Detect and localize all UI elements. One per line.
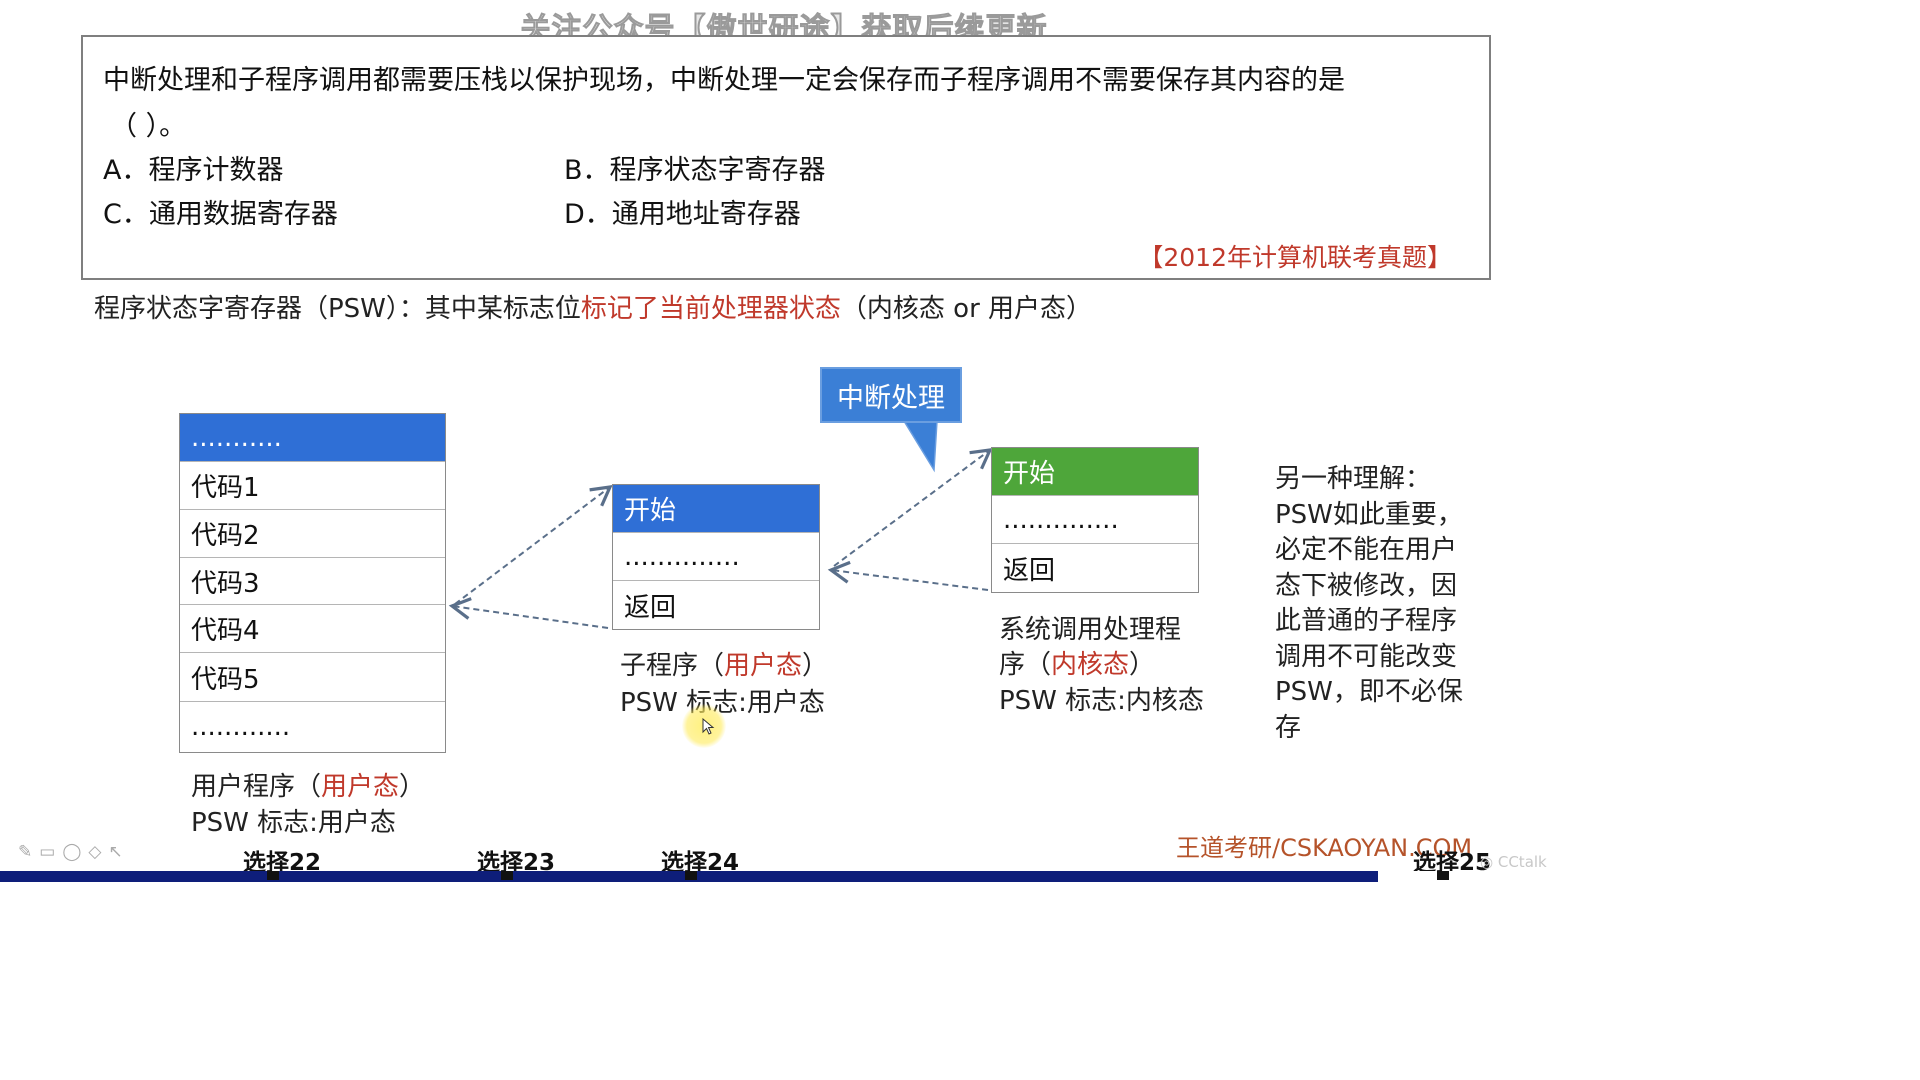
chapter-tick-25[interactable] [1437,871,1449,880]
ellipse-icon[interactable]: ◯ [62,842,81,862]
cctalk-logo-icon: ◎ [1480,853,1498,871]
syscall-caption-line-2: 序（内核态） [999,647,1155,683]
user-program-header: ........... [180,414,445,461]
syscall-row-2: 返回 [992,543,1198,592]
syscall-header: 开始 [992,448,1198,495]
subroutine-caption-suffix: ） [802,651,829,681]
annotation-toolbar: ✎ ▭ ◯ ◇ ↖ [18,842,123,862]
interrupt-callout: 中断处理 [820,367,962,423]
progress-remaining[interactable] [1378,871,1568,882]
user-program-caption-mode: 用户态 [321,772,400,802]
user-program-row-4: 代码4 [180,604,445,652]
user-program-row-1: 代码1 [180,461,445,509]
user-program-row-3: 代码3 [180,557,445,604]
syscall-psw: PSW 标志:内核态 [999,686,1204,716]
syscall-row-1: .............. [992,495,1198,543]
interrupt-call-arrow [833,448,993,567]
syscall-caption-line-1: 系统调用处理程 [999,615,1182,645]
user-program-psw: PSW 标志:用户态 [191,808,396,838]
side-note-line: PSW如此重要， [1275,499,1463,530]
syscall-caption-mode: 内核态 [1051,650,1130,680]
side-note-line: 态下被修改，因 [1275,570,1458,601]
user-program-caption: 用户程序（用户态） [191,769,425,805]
call-subroutine-arrow [454,485,613,605]
user-program-row-6: ............ [180,701,445,752]
user-program-caption-suffix: ） [399,772,426,802]
chapter-tick-24[interactable] [685,871,697,880]
cctalk-label: CCtalk [1497,853,1547,871]
side-note: 另一种理解： PSW如此重要， 必定不能在用户 态下被修改，因 此普通的子程序 … [1275,462,1490,746]
subroutine-stack: 开始 .............. 返回 [612,484,820,630]
subroutine-row-2: 返回 [613,580,819,629]
cctalk-watermark: ◎ CCtalk [1480,853,1547,871]
pen-icon[interactable]: ✎ [18,842,32,862]
side-note-line: 此普通的子程序 [1275,606,1458,636]
chapter-tick-22[interactable] [267,871,279,880]
user-program-caption-prefix: 用户程序（ [191,772,322,802]
interrupt-return-arrow [827,560,989,591]
return-subroutine-arrow [448,597,609,629]
subroutine-caption: 子程序（用户态） [620,648,828,684]
callout-pointer [902,420,938,473]
side-note-line: PSW，即不必保 [1275,677,1463,707]
subroutine-caption-prefix: 子程序（ [620,651,725,681]
syscall-caption-suffix: ） [1129,650,1156,680]
pointer-cursor-icon [702,718,715,735]
syscall-stack: 开始 .............. 返回 [991,447,1199,593]
subroutine-row-1: .............. [613,532,819,580]
side-note-line: 必定不能在用户 [1275,535,1458,565]
rectangle-icon[interactable]: ▭ [39,842,55,862]
side-note-line: 调用不可能改变 [1275,641,1458,672]
pointer-icon[interactable]: ↖ [108,842,122,862]
side-note-line: 另一种理解： [1275,464,1432,494]
side-note-line: 存 [1275,712,1302,743]
user-program-row-5: 代码5 [180,652,445,701]
syscall-caption-prefix: 序（ [999,650,1052,680]
subroutine-caption-mode: 用户态 [724,651,803,681]
user-program-row-2: 代码2 [180,509,445,557]
chapter-tick-23[interactable] [501,871,513,880]
subroutine-header: 开始 [613,485,819,532]
eraser-icon[interactable]: ◇ [88,842,101,862]
user-program-stack: ........... 代码1 代码2 代码3 代码4 代码5 ........… [179,413,446,753]
